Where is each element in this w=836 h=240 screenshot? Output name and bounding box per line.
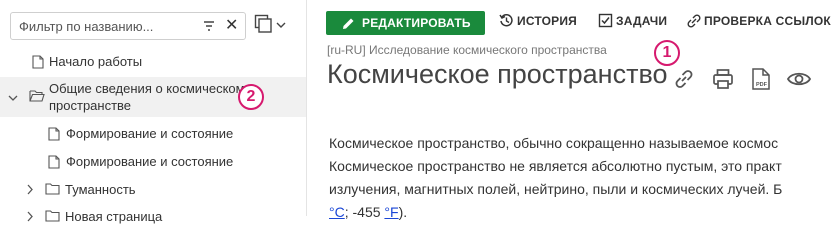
tree-item-getting-started[interactable]: Начало работы bbox=[0, 52, 306, 72]
tree-item-formation-1[interactable]: Формирование и состояние bbox=[0, 124, 306, 144]
folder-open-icon bbox=[29, 90, 45, 102]
edit-button[interactable]: РЕДАКТИРОВАТЬ bbox=[326, 11, 485, 35]
paragraph-line: Космическое пространство, обычно сокраще… bbox=[329, 135, 779, 151]
paragraph-line: Космическое пространство не является абс… bbox=[329, 158, 782, 174]
chevron-right-icon[interactable] bbox=[26, 211, 34, 222]
link-check-icon bbox=[687, 14, 701, 28]
article-body: Космическое пространство, обычно сокраще… bbox=[329, 132, 836, 224]
pane-divider[interactable] bbox=[306, 0, 307, 216]
tasks-button[interactable]: ЗАДАЧИ bbox=[598, 13, 670, 30]
document-icon bbox=[48, 127, 60, 141]
tree-item-label-line2: пространстве bbox=[49, 98, 132, 113]
callout-badge-1: 1 bbox=[654, 40, 680, 66]
tree-item-label: Начало работы bbox=[49, 54, 143, 69]
checkbox-icon bbox=[598, 13, 613, 28]
callout-badge-2: 2 bbox=[238, 84, 264, 110]
svg-text:PDF: PDF bbox=[756, 82, 768, 88]
copy-icon bbox=[254, 14, 272, 33]
tree-item-nebula[interactable]: Туманность bbox=[0, 180, 306, 200]
close-icon[interactable]: ✕ bbox=[225, 17, 238, 35]
link-icon[interactable] bbox=[672, 67, 696, 91]
paragraph-line: излучения, магнитных полей, нейтрино, пы… bbox=[329, 181, 783, 197]
document-icon bbox=[48, 155, 60, 169]
fahrenheit-link[interactable]: °F bbox=[384, 204, 398, 220]
history-icon bbox=[499, 14, 513, 27]
paragraph-text: ). bbox=[398, 204, 408, 220]
document-icon bbox=[32, 55, 44, 69]
history-label: ИСТОРИЯ bbox=[517, 14, 578, 28]
chevron-down-icon[interactable] bbox=[8, 94, 18, 102]
tree-item-label: Туманность bbox=[65, 182, 136, 197]
link-check-button[interactable]: ПРОВЕРКА ССЫЛОК bbox=[686, 14, 832, 30]
link-check-label: ПРОВЕРКА ССЫЛОК bbox=[704, 14, 831, 28]
breadcrumb[interactable]: [ru-RU] Исследование космического простр… bbox=[327, 43, 607, 57]
filter-input[interactable] bbox=[19, 17, 189, 35]
chevron-right-icon[interactable] bbox=[26, 184, 34, 195]
sidebar: ✕ Начало работы Общие сведения о космиче… bbox=[0, 0, 306, 224]
edit-button-label: РЕДАКТИРОВАТЬ bbox=[362, 16, 471, 30]
eye-icon[interactable] bbox=[786, 67, 812, 91]
paragraph-text: ; -455 bbox=[344, 204, 385, 220]
folder-icon bbox=[45, 210, 60, 222]
tree-item-label-line1: Общие сведения о космическом bbox=[49, 81, 245, 96]
history-button[interactable]: ИСТОРИЯ bbox=[499, 14, 579, 30]
paragraph-line: °C; -455 °F). bbox=[329, 201, 836, 224]
copy-dropdown-button[interactable] bbox=[254, 14, 286, 36]
tree-item-label: Формирование и состояние bbox=[66, 154, 234, 169]
pencil-icon bbox=[343, 18, 354, 29]
tasks-label: ЗАДАЧИ bbox=[616, 14, 668, 28]
funnel-icon[interactable] bbox=[203, 20, 215, 32]
tree-item-formation-2[interactable]: Формирование и состояние bbox=[0, 152, 306, 172]
tree-item-label: Формирование и состояние bbox=[66, 126, 234, 141]
filter-field[interactable]: ✕ bbox=[10, 12, 246, 40]
tree-item-new-page[interactable]: Новая страница bbox=[0, 207, 306, 227]
pdf-icon[interactable]: PDF bbox=[750, 67, 772, 91]
celsius-link[interactable]: °C bbox=[329, 204, 345, 220]
chevron-down-icon bbox=[276, 22, 286, 28]
page-title: Космическое пространство bbox=[327, 59, 668, 89]
folder-icon bbox=[45, 183, 60, 195]
tree-item-label: Новая страница bbox=[65, 209, 163, 224]
printer-icon[interactable] bbox=[711, 67, 735, 91]
